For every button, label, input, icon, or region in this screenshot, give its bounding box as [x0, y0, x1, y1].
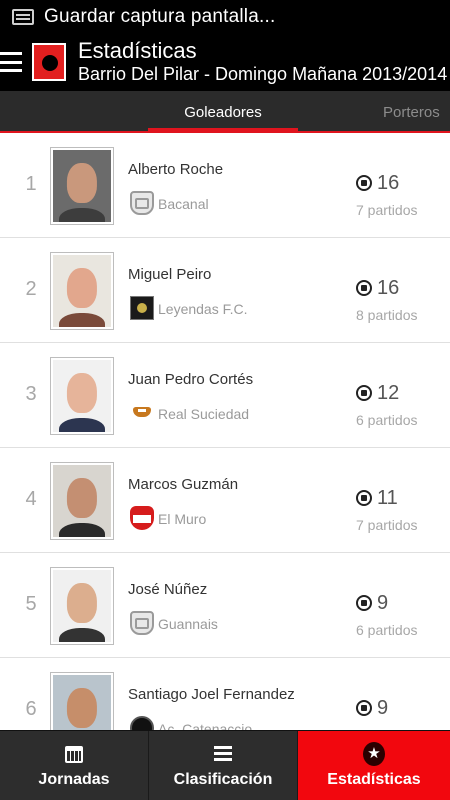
goals-count: 9	[377, 697, 389, 719]
matches-count: 7 partidos	[356, 202, 418, 218]
app-logo-icon[interactable]	[32, 43, 66, 81]
goals-count: 9	[377, 592, 389, 614]
page-subtitle: Barrio Del Pilar - Domingo Mañana 2013/2…	[78, 64, 448, 84]
team-name: Bacanal	[158, 196, 209, 212]
nav-label: Clasificación	[173, 771, 273, 788]
player-photo	[50, 672, 114, 730]
matches-count: 7 partidos	[356, 517, 418, 533]
shield-badge-icon	[130, 611, 154, 635]
ball-icon	[356, 490, 372, 506]
status-bar: Guardar captura pantalla...	[0, 0, 450, 33]
player-photo	[50, 567, 114, 645]
team-name: Ac. Catenaccio	[158, 721, 253, 730]
red-crest-icon	[130, 506, 154, 530]
player-photo	[50, 252, 114, 330]
goals-count: 16	[377, 277, 400, 299]
list-item[interactable]: 6 Santiago Joel Fernandez Ac. Catenaccio…	[0, 658, 450, 730]
goals-count: 11	[377, 487, 398, 509]
player-name: Santiago Joel Fernandez	[128, 686, 295, 703]
player-name: Alberto Roche	[128, 161, 224, 178]
scorers-list[interactable]: 1 Alberto Roche Bacanal 16 7 partidos 2 …	[0, 133, 450, 730]
calendar-icon	[63, 743, 85, 765]
rank-number: 6	[25, 698, 37, 720]
list-item[interactable]: 3 Juan Pedro Cortés Real Suciedad 12 6 p…	[0, 343, 450, 448]
team-name: Real Suciedad	[158, 406, 250, 422]
nav-label: Estadísticas	[327, 771, 421, 788]
star-icon: ★	[363, 742, 385, 766]
action-bar-titles: Estadísticas Barrio Del Pilar - Domingo …	[78, 39, 447, 85]
team-name: Leyendas F.C.	[158, 301, 248, 317]
nav-jornadas[interactable]: Jornadas	[0, 731, 149, 800]
round-crest-icon	[130, 716, 154, 730]
ball-icon	[356, 700, 372, 716]
tab-porteros[interactable]: Porteros	[370, 91, 450, 133]
page-title: Estadísticas	[78, 38, 197, 63]
ball-icon	[356, 175, 372, 191]
orange-crest-icon	[130, 401, 156, 425]
list-icon	[212, 743, 234, 765]
matches-count: 6 partidos	[356, 622, 418, 638]
screenshot-icon	[12, 8, 34, 25]
ball-icon	[356, 385, 372, 401]
player-name: José Núñez	[128, 581, 208, 598]
player-name: Juan Pedro Cortés	[128, 371, 254, 388]
rank-number: 2	[25, 278, 37, 300]
list-item[interactable]: 5 José Núñez Guannais 9 6 partidos	[0, 553, 450, 658]
player-photo	[50, 357, 114, 435]
team-name: El Muro	[158, 511, 207, 527]
player-photo	[50, 462, 114, 540]
tab-goleadores[interactable]: Goleadores	[148, 91, 298, 133]
action-bar: Estadísticas Barrio Del Pilar - Domingo …	[0, 33, 450, 91]
nav-clasificacion[interactable]: Clasificación	[149, 731, 298, 800]
matches-count: 6 partidos	[356, 412, 418, 428]
list-item[interactable]: 1 Alberto Roche Bacanal 16 7 partidos	[0, 133, 450, 238]
rank-number: 3	[25, 383, 37, 405]
goals-count: 16	[377, 172, 400, 194]
goals-count: 12	[377, 382, 400, 404]
nav-label: Jornadas	[38, 771, 110, 788]
nav-estadisticas[interactable]: ★ Estadísticas	[298, 731, 450, 800]
bottom-navigation: Jornadas Clasificación ★ Estadísticas	[0, 730, 450, 800]
player-photo	[50, 147, 114, 225]
rank-number: 5	[25, 593, 37, 615]
ball-icon	[356, 280, 372, 296]
player-name: Miguel Peiro	[128, 266, 212, 283]
tab-bar: Goleadores Porteros	[0, 91, 450, 133]
rank-number: 1	[25, 173, 37, 195]
menu-icon[interactable]	[0, 47, 26, 77]
list-item[interactable]: 2 Miguel Peiro Leyendas F.C. 16 8 partid…	[0, 238, 450, 343]
list-item[interactable]: 4 Marcos Guzmán El Muro 11 7 partidos	[0, 448, 450, 553]
ball-icon	[356, 595, 372, 611]
shield-badge-icon	[130, 191, 154, 215]
rank-number: 4	[25, 488, 37, 510]
team-name: Guannais	[158, 616, 218, 632]
matches-count: 8 partidos	[356, 307, 418, 323]
status-bar-text: Guardar captura pantalla...	[44, 5, 276, 27]
player-name: Marcos Guzmán	[128, 476, 239, 493]
dark-crest-icon	[130, 296, 154, 320]
